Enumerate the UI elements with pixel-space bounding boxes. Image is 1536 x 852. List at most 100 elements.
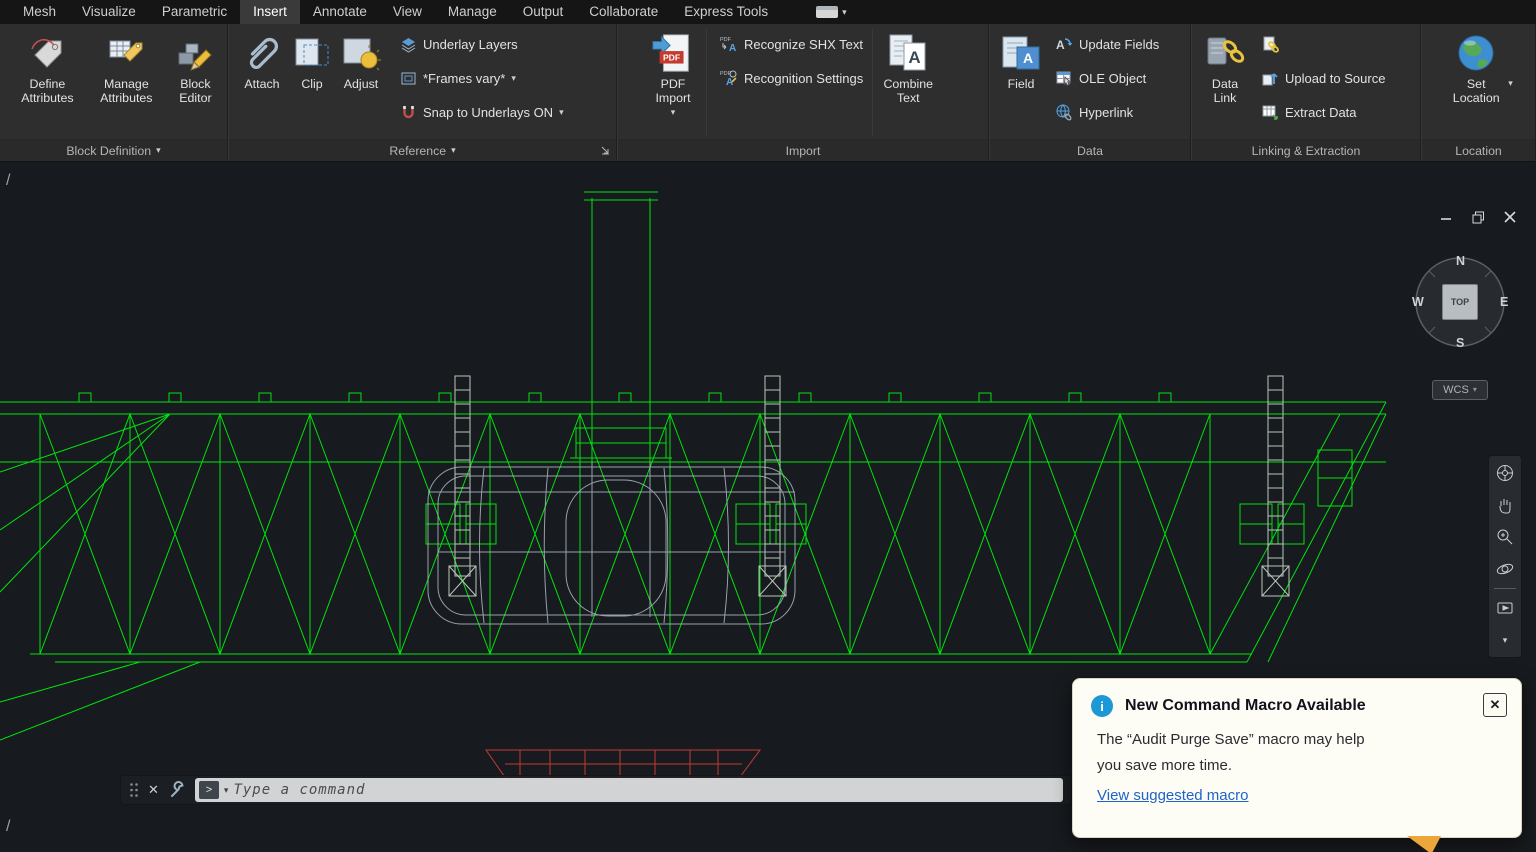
update-fields-icon: A xyxy=(1055,35,1073,53)
minimize-icon[interactable] xyxy=(1438,210,1454,224)
underlay-layers-button[interactable]: Underlay Layers xyxy=(395,27,569,61)
orbit-icon[interactable] xyxy=(1492,556,1518,582)
panel-title-import: Import xyxy=(786,144,821,158)
view-suggested-macro-link[interactable]: View suggested macro xyxy=(1097,787,1248,804)
block-editor-button[interactable]: Block Editor xyxy=(168,27,223,108)
zoom-icon[interactable] xyxy=(1492,524,1518,550)
pdf-import-icon: PDF xyxy=(650,29,696,76)
winch-wireframe xyxy=(426,504,1304,544)
chevron-down-icon: ▾ xyxy=(559,108,564,117)
tab-mesh[interactable]: Mesh xyxy=(10,0,69,24)
notification-body-line2: you save more time. xyxy=(1097,753,1501,779)
frames-icon xyxy=(400,70,417,87)
snap-to-underlays-button[interactable]: Snap to Underlays ON ▾ xyxy=(395,95,569,129)
tab-visualize[interactable]: Visualize xyxy=(69,0,149,24)
command-close-icon[interactable]: ✕ xyxy=(148,782,159,798)
chevron-down-icon: ▾ xyxy=(671,108,676,117)
pan-hand-icon[interactable] xyxy=(1492,492,1518,518)
chevron-down-icon: ▾ xyxy=(1508,79,1513,88)
viewcube-north[interactable]: N xyxy=(1456,254,1465,268)
attach-icon xyxy=(240,29,284,76)
dialog-launcher-icon[interactable] xyxy=(600,145,611,156)
navigation-bar: ▾ xyxy=(1488,455,1522,658)
mast-wireframe xyxy=(570,192,672,462)
panel-title-linking-extraction: Linking & Extraction xyxy=(1252,144,1361,158)
hyperlink-icon xyxy=(1055,103,1073,121)
viewcube-south[interactable]: S xyxy=(1456,336,1464,350)
linking-clipboard-button[interactable] xyxy=(1256,27,1390,61)
divider xyxy=(706,29,707,137)
command-input[interactable] xyxy=(233,782,1059,798)
attach-button[interactable]: Attach xyxy=(235,27,289,94)
pdf-import-button[interactable]: PDF PDF Import ▾ xyxy=(644,27,702,119)
command-bar: ✕ > ▾ xyxy=(120,775,1072,805)
hyperlink-button[interactable]: Hyperlink xyxy=(1050,95,1164,129)
recognition-settings-button[interactable]: PDFA Recognition Settings xyxy=(715,61,868,95)
chevron-down-icon: ▾ xyxy=(451,146,456,155)
svg-text:PDF: PDF xyxy=(663,52,680,62)
chevron-down-icon: ▾ xyxy=(842,8,847,17)
panel-linking-extraction: Data Link Upload to Source Extract Data … xyxy=(1191,24,1421,161)
viewcube-west[interactable]: W xyxy=(1412,295,1424,309)
recognize-shx-text-button[interactable]: PDFA Recognize SHX Text xyxy=(715,27,868,61)
extract-data-button[interactable]: Extract Data xyxy=(1256,95,1390,129)
panel-title-reference[interactable]: Reference xyxy=(389,144,446,158)
clip-button[interactable]: Clip xyxy=(289,27,335,94)
update-fields-button[interactable]: A Update Fields xyxy=(1050,27,1164,61)
set-location-button[interactable]: Set Location xyxy=(1444,27,1508,108)
full-navigation-wheel-icon[interactable] xyxy=(1492,460,1518,486)
panel-title-block-definition[interactable]: Block Definition xyxy=(66,144,151,158)
panel-block-definition: Define Attributes Manage Attributes Bloc… xyxy=(0,24,228,161)
tab-view[interactable]: View xyxy=(380,0,435,24)
tab-annotate[interactable]: Annotate xyxy=(300,0,380,24)
customize-wrench-icon[interactable] xyxy=(168,781,186,799)
drawing-canvas[interactable]: / / N W E S TOP WCS ▾ ▾ ✕ > ▾ xyxy=(0,162,1536,852)
command-grip-icon[interactable] xyxy=(129,782,139,798)
showmotion-icon[interactable] xyxy=(1492,595,1518,621)
spud-posts xyxy=(449,376,1289,596)
svg-text:A: A xyxy=(729,43,736,53)
tab-insert[interactable]: Insert xyxy=(240,0,300,24)
tab-express-tools[interactable]: Express Tools xyxy=(671,0,781,24)
combine-text-button[interactable]: A Combine Text xyxy=(877,27,939,108)
frames-vary-button[interactable]: *Frames vary* ▾ xyxy=(395,61,569,95)
tab-output[interactable]: Output xyxy=(510,0,577,24)
field-icon: A xyxy=(999,29,1043,76)
adjust-icon xyxy=(339,29,383,76)
recent-commands-chevron-icon[interactable]: ▾ xyxy=(224,786,229,795)
recognize-shx-icon: PDFA xyxy=(720,35,738,53)
tab-collaborate[interactable]: Collaborate xyxy=(576,0,671,24)
notification-body-line1: The “Audit Purge Save” macro may help xyxy=(1097,727,1501,753)
panel-import: PDF PDF Import ▾ PDFA Recognize SHX Text… xyxy=(617,24,989,161)
manage-attributes-button[interactable]: Manage Attributes xyxy=(93,27,160,108)
svg-text:A: A xyxy=(1056,38,1065,52)
viewcube-east[interactable]: E xyxy=(1500,295,1508,309)
notification-close-icon[interactable]: ✕ xyxy=(1483,693,1507,717)
ribbon-panel-icon xyxy=(816,6,838,18)
upload-to-source-icon xyxy=(1261,69,1279,87)
wcs-dropdown[interactable]: WCS ▾ xyxy=(1432,380,1488,400)
tab-manage[interactable]: Manage xyxy=(435,0,510,24)
adjust-button[interactable]: Adjust xyxy=(335,27,387,94)
svg-text:A: A xyxy=(1023,50,1033,66)
close-icon[interactable] xyxy=(1502,210,1518,224)
notification-title: New Command Macro Available xyxy=(1125,697,1366,715)
data-link-button[interactable]: Data Link xyxy=(1200,27,1250,108)
ribbon-display-toggle[interactable]: ▾ xyxy=(803,0,860,24)
set-location-icon xyxy=(1453,29,1499,76)
svg-text:A: A xyxy=(909,48,921,67)
command-prompt-icon[interactable]: > xyxy=(199,781,219,799)
chevron-down-icon: ▾ xyxy=(511,74,516,83)
field-button[interactable]: A Field xyxy=(998,27,1044,94)
ole-object-button[interactable]: OLE Object xyxy=(1050,61,1164,95)
define-attributes-button[interactable]: Define Attributes xyxy=(10,27,85,108)
restore-icon[interactable] xyxy=(1470,210,1486,224)
macro-notification: i New Command Macro Available ✕ The “Aud… xyxy=(1072,678,1522,838)
viewcube-top-face[interactable]: TOP xyxy=(1442,284,1478,320)
navbar-chevron-down-icon[interactable]: ▾ xyxy=(1492,627,1518,653)
upload-to-source-button[interactable]: Upload to Source xyxy=(1256,61,1390,95)
underlay-layers-icon xyxy=(400,36,417,53)
tab-parametric[interactable]: Parametric xyxy=(149,0,240,24)
clipboard-link-icon xyxy=(1261,35,1279,53)
clip-icon xyxy=(290,29,334,76)
